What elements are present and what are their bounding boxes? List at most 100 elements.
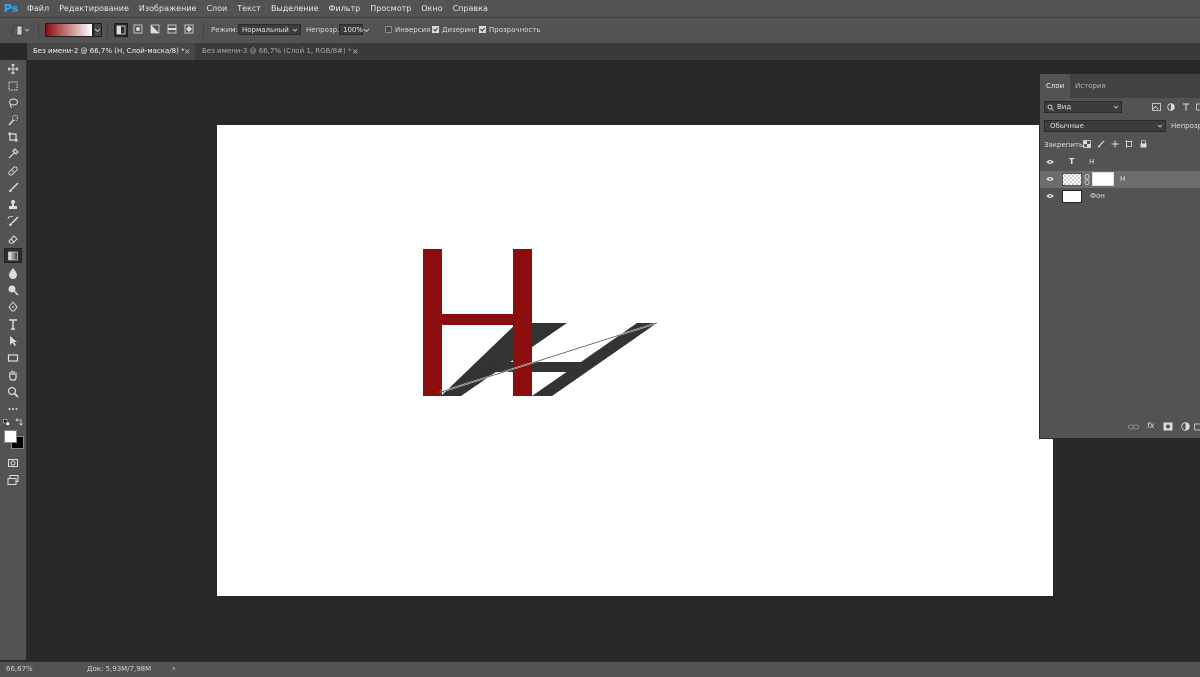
more-tools[interactable] — [4, 401, 22, 416]
lock-artboard-icon[interactable] — [1125, 140, 1133, 148]
photoshop-logo[interactable]: Ps — [0, 0, 22, 17]
marquee-tool[interactable] — [4, 78, 22, 93]
tab-history[interactable]: История — [1069, 74, 1112, 98]
path-select-tool[interactable] — [4, 333, 22, 348]
reflected-gradient-button[interactable] — [166, 23, 180, 37]
adjustment-icon[interactable] — [1181, 422, 1190, 431]
radial-gradient-button[interactable] — [132, 23, 146, 37]
invert-checkbox[interactable] — [385, 26, 392, 33]
layer-name-text: Н — [1089, 158, 1094, 166]
tab-document-3[interactable]: Без имени-3 @ 66,7% (Слой 1, RGB/8#) * — [196, 43, 359, 60]
zoom-tool[interactable] — [4, 384, 22, 399]
layer-row-masked[interactable]: Н — [1040, 171, 1200, 188]
eraser-tool[interactable] — [4, 231, 22, 246]
document-canvas[interactable] — [217, 125, 1053, 596]
healing-tool[interactable] — [4, 163, 22, 178]
stamp-tool[interactable] — [4, 197, 22, 212]
hand-tool[interactable] — [4, 367, 22, 382]
history-brush-icon — [7, 216, 19, 228]
menu-select[interactable]: Выделение — [266, 0, 324, 17]
rectangle-tool[interactable] — [4, 350, 22, 365]
swap-colors-icon[interactable] — [15, 418, 23, 428]
layer-row-text[interactable]: T Н — [1040, 154, 1200, 171]
image-filter-icon[interactable] — [1152, 103, 1161, 111]
menu-file[interactable]: Файл — [22, 0, 54, 17]
gradient-icon — [7, 250, 19, 262]
crop-tool[interactable] — [4, 129, 22, 144]
menu-help[interactable]: Справка — [448, 0, 493, 17]
dodge-tool[interactable] — [4, 282, 22, 297]
layer-thumbnail-transparent — [1062, 173, 1082, 186]
lock-transparent-icon[interactable] — [1083, 140, 1091, 148]
zoom-level[interactable]: 66,67% — [6, 662, 33, 677]
eye-icon[interactable] — [1046, 176, 1054, 182]
lock-label: Закрепить: — [1044, 141, 1085, 149]
blend-mode-select[interactable]: Обычные — [1044, 120, 1166, 132]
status-menu-arrow[interactable]: › — [172, 662, 176, 677]
layer-filter-select[interactable]: Вид — [1044, 101, 1122, 113]
lasso-tool[interactable] — [4, 95, 22, 110]
move-tool[interactable] — [4, 61, 22, 76]
quick-mask-button[interactable] — [4, 455, 22, 470]
radial-gradient-icon — [132, 23, 144, 35]
pen-tool[interactable] — [4, 299, 22, 314]
eyedropper-tool[interactable] — [4, 146, 22, 161]
linear-gradient-button[interactable] — [114, 23, 128, 37]
adjustment-filter-icon[interactable] — [1167, 103, 1175, 111]
blur-tool[interactable] — [4, 265, 22, 280]
brush-tool[interactable] — [4, 180, 22, 195]
chain-link-icon[interactable] — [1084, 174, 1090, 185]
dither-checkbox[interactable] — [432, 26, 439, 33]
diamond-gradient-icon — [183, 23, 195, 35]
eye-icon[interactable] — [1046, 193, 1054, 199]
layer-row-background[interactable]: Фон — [1040, 188, 1200, 205]
blur-icon — [7, 267, 19, 279]
opacity-input[interactable]: 100% — [339, 24, 363, 35]
foreground-color-swatch[interactable] — [4, 430, 17, 443]
fx-icon[interactable]: fx — [1147, 421, 1155, 430]
menu-window[interactable]: Окно — [416, 0, 447, 17]
search-icon — [1047, 104, 1054, 111]
shape-filter-icon[interactable] — [1196, 103, 1200, 111]
mode-label: Режим: — [211, 26, 238, 34]
gradient-dropdown-button[interactable] — [93, 23, 102, 37]
opacity-dropdown-button[interactable] — [363, 23, 370, 38]
close-icon[interactable]: × — [184, 43, 191, 60]
menu-image[interactable]: Изображение — [134, 0, 202, 17]
angle-gradient-icon — [149, 23, 161, 35]
mask-icon[interactable] — [1163, 422, 1173, 431]
diamond-gradient-button[interactable] — [183, 23, 197, 37]
zoom-icon — [7, 386, 19, 398]
lasso-icon — [7, 97, 19, 109]
menu-layers[interactable]: Слои — [201, 0, 232, 17]
type-tool[interactable] — [4, 316, 22, 331]
menu-type[interactable]: Текст — [232, 0, 266, 17]
angle-gradient-button[interactable] — [149, 23, 163, 37]
menu-view[interactable]: Просмотр — [365, 0, 416, 17]
eye-icon[interactable] — [1046, 159, 1054, 165]
screen-mode-button[interactable] — [4, 472, 22, 487]
mode-value: Нормальный — [242, 26, 289, 34]
menu-edit[interactable]: Редактирование — [54, 0, 134, 17]
group-icon[interactable] — [1194, 422, 1200, 431]
default-colors-icon[interactable] — [3, 419, 10, 428]
history-brush-tool[interactable] — [4, 214, 22, 229]
lock-all-icon[interactable] — [1140, 140, 1147, 148]
mode-select[interactable]: Нормальный — [238, 24, 301, 35]
transparency-checkbox[interactable] — [479, 26, 486, 33]
close-icon[interactable]: × — [352, 43, 359, 60]
layer-mask-thumbnail[interactable] — [1092, 172, 1114, 186]
layer-filter-value: Вид — [1057, 103, 1071, 111]
quick-select-tool[interactable] — [4, 112, 22, 127]
link-icon[interactable] — [1128, 423, 1139, 431]
tab-layers[interactable]: Слои — [1040, 74, 1070, 98]
menu-filter[interactable]: Фильтр — [324, 0, 366, 17]
linear-gradient-icon — [115, 24, 127, 36]
gradient-swatch[interactable] — [45, 23, 93, 37]
gradient-tool[interactable] — [4, 248, 22, 263]
tool-preset-picker[interactable] — [10, 23, 30, 38]
lock-pixels-icon[interactable] — [1097, 140, 1105, 148]
tab-document-2[interactable]: Без имени-2 @ 66,7% (Н, Слой-маска/8) * — [27, 43, 195, 60]
lock-position-icon[interactable] — [1111, 140, 1119, 148]
type-filter-icon[interactable] — [1182, 103, 1190, 111]
